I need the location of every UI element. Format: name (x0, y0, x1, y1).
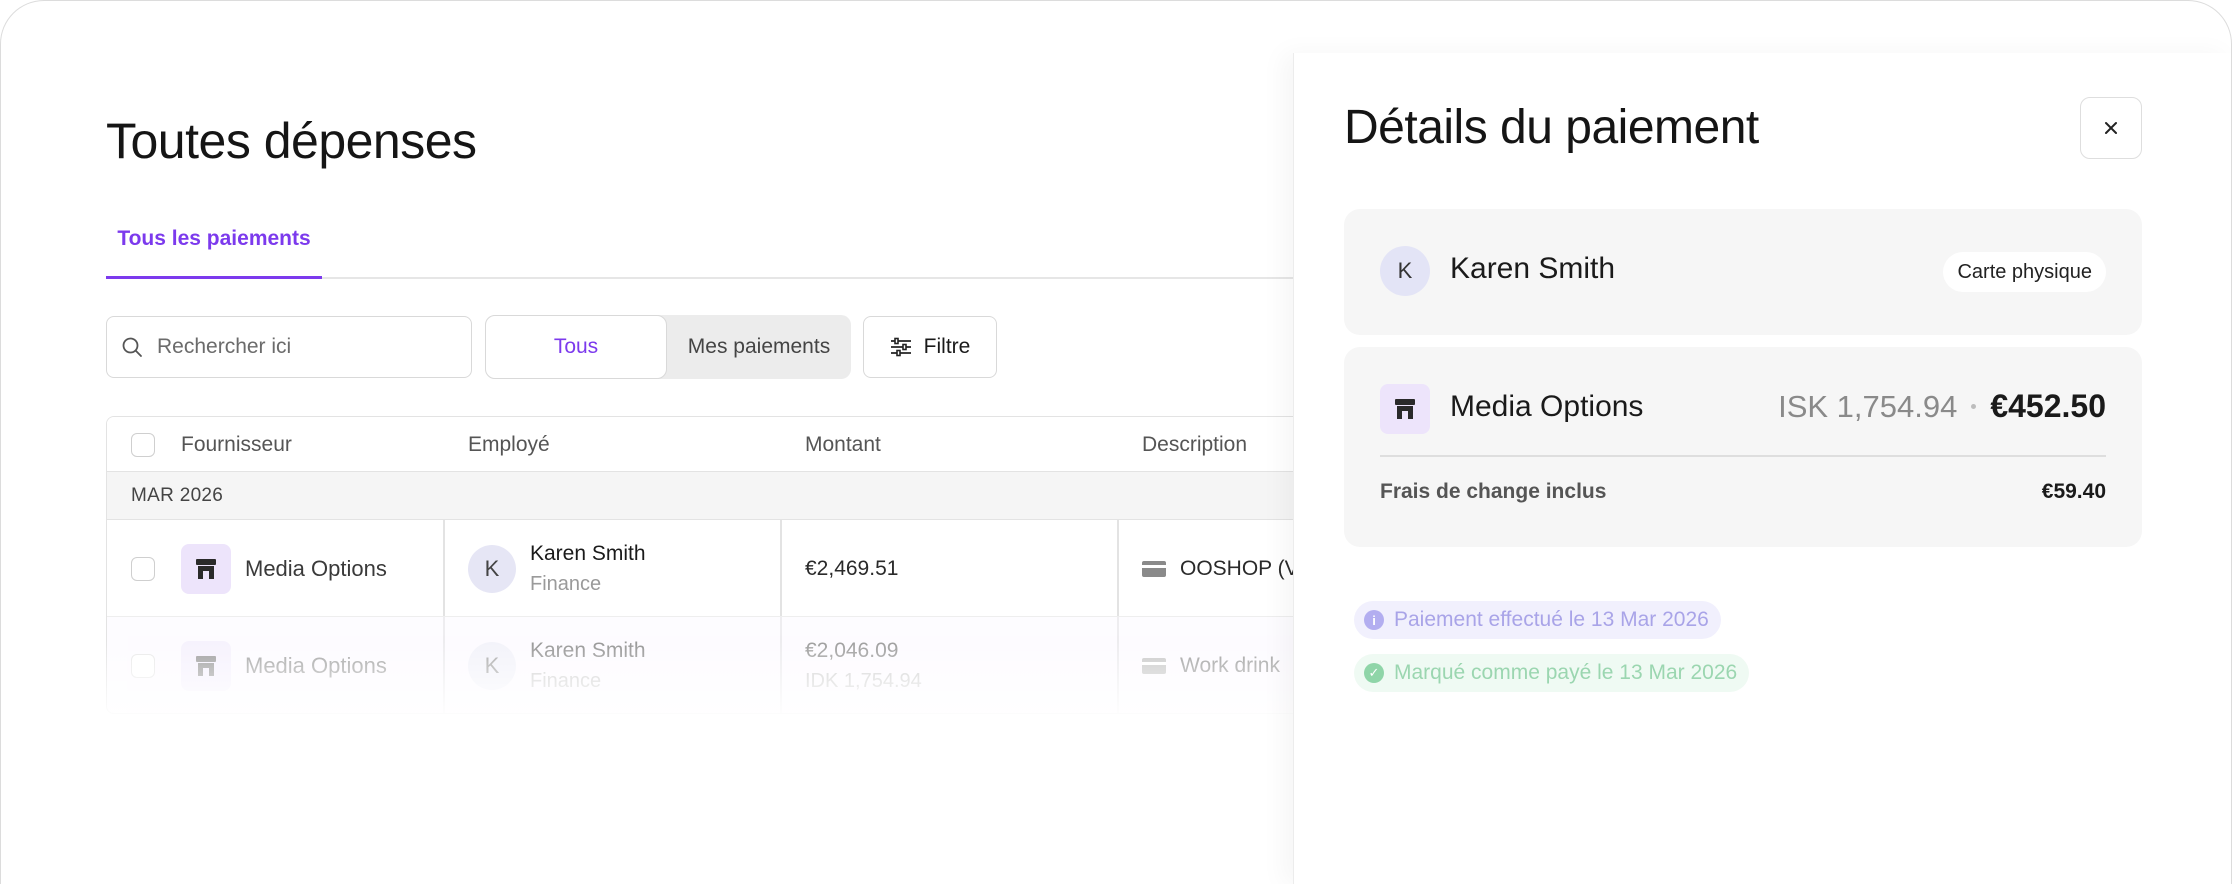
vendor-cell: Media Options (181, 617, 387, 713)
amount-value: €2,469.51 (805, 556, 899, 580)
select-all-cell (131, 417, 155, 472)
employee-name: Karen Smith (530, 541, 646, 565)
column-header-employee[interactable]: Employé (468, 417, 550, 472)
employee-name: Karen Smith (530, 638, 646, 662)
close-icon (2105, 122, 2117, 134)
status-badge-paid: i Paiement effectué le 13 Mar 2026 (1354, 601, 1721, 639)
payment-scope-toggle: Tous Mes paiements (485, 315, 851, 379)
check-icon: ✓ (1364, 663, 1384, 683)
merchant-name: Media Options (1450, 390, 1644, 423)
status-text: Paiement effectué le 13 Mar 2026 (1394, 608, 1709, 631)
employee-department: Finance (530, 669, 602, 692)
search-box[interactable] (106, 316, 472, 378)
table-group-header: MAR 2026 (107, 472, 1293, 520)
table-row[interactable]: Media Options K Karen Smith Finance €2,0… (107, 617, 1293, 713)
row-select-cell (131, 617, 155, 713)
credit-card-icon (1142, 657, 1166, 674)
storefront-icon (1380, 384, 1430, 434)
vendor-name: Media Options (245, 555, 387, 581)
amount-value: €2,046.09 (805, 638, 899, 662)
search-icon (122, 337, 142, 357)
amount-foreign-value: IDK 1,754.94 (805, 669, 922, 692)
close-button[interactable] (2080, 97, 2142, 159)
employee-cell: K Karen Smith Finance (468, 520, 646, 617)
card-type-badge: Carte physique (1943, 252, 2106, 292)
employee-department: Finance (530, 572, 602, 595)
foreign-amount: ISK 1,754.94 (1778, 388, 1958, 424)
merchant-card: Media Options ISK 1,754.94 €452.50 Frais… (1344, 347, 2142, 547)
fx-fee-value: €59.40 (2041, 480, 2106, 503)
status-text: Marqué comme payé le 13 Mar 2026 (1394, 661, 1738, 684)
filter-button[interactable]: Filtre (863, 316, 997, 378)
payment-details-drawer: Détails du paiement K Karen Smith Carte … (1293, 53, 2231, 884)
vendor-cell: Media Options (181, 520, 387, 617)
expenses-main: Toutes dépenses Tous les paiements Tous … (1, 1, 1293, 884)
avatar: K (1380, 246, 1430, 296)
info-icon: i (1364, 610, 1384, 630)
drawer-title: Détails du paiement (1344, 101, 1759, 154)
storefront-icon (181, 640, 231, 691)
page-title: Toutes dépenses (106, 113, 477, 169)
select-all-checkbox[interactable] (131, 432, 155, 457)
search-input[interactable] (155, 334, 455, 360)
tabs-bar: Tous les paiements (106, 201, 1293, 279)
amounts: ISK 1,754.94 €452.50 (1778, 388, 2106, 425)
tab-all-payments[interactable]: Tous les paiements (106, 201, 322, 279)
amount-cell: €2,046.09 IDK 1,754.94 (805, 617, 922, 713)
employee-cell: K Karen Smith Finance (468, 617, 646, 713)
sliders-icon (890, 337, 911, 357)
avatar: K (468, 641, 516, 690)
table-row[interactable]: Media Options K Karen Smith Finance €2,4… (107, 520, 1293, 617)
app-window: Toutes dépenses Tous les paiements Tous … (0, 0, 2232, 884)
vendor-name: Media Options (245, 652, 387, 678)
row-select-cell (131, 520, 155, 617)
status-badge-marked-paid: ✓ Marqué comme payé le 13 Mar 2026 (1354, 654, 1750, 692)
avatar: K (468, 544, 516, 593)
description-text: OOSHOP (V (1180, 556, 1293, 580)
employee-name: Karen Smith (1450, 252, 1616, 285)
column-header-vendor[interactable]: Fournisseur (181, 417, 292, 472)
column-header-description[interactable]: Description (1142, 417, 1247, 472)
employee-card: K Karen Smith Carte physique (1344, 209, 2142, 335)
filter-label: Filtre (923, 335, 971, 358)
row-checkbox[interactable] (131, 653, 155, 678)
segment-my-payments[interactable]: Mes paiements (667, 315, 851, 379)
storefront-icon (181, 543, 231, 594)
table-header: Fournisseur Employé Montant Description (107, 417, 1293, 472)
description-text: Work drink (1180, 653, 1280, 677)
row-checkbox[interactable] (131, 556, 155, 581)
payment-amount: €452.50 (1990, 388, 2106, 424)
description-cell: OOSHOP (V (1142, 520, 1293, 617)
credit-card-icon (1142, 560, 1166, 577)
separator-dot (1971, 404, 1977, 409)
column-header-amount[interactable]: Montant (805, 417, 881, 472)
amount-cell: €2,469.51 (805, 520, 898, 617)
segment-all[interactable]: Tous (485, 315, 667, 379)
description-cell: Work drink (1142, 617, 1280, 713)
divider (1380, 455, 2106, 457)
payments-table: Fournisseur Employé Montant Description … (106, 416, 1293, 714)
fx-fee-label: Frais de change inclus (1380, 480, 1607, 503)
